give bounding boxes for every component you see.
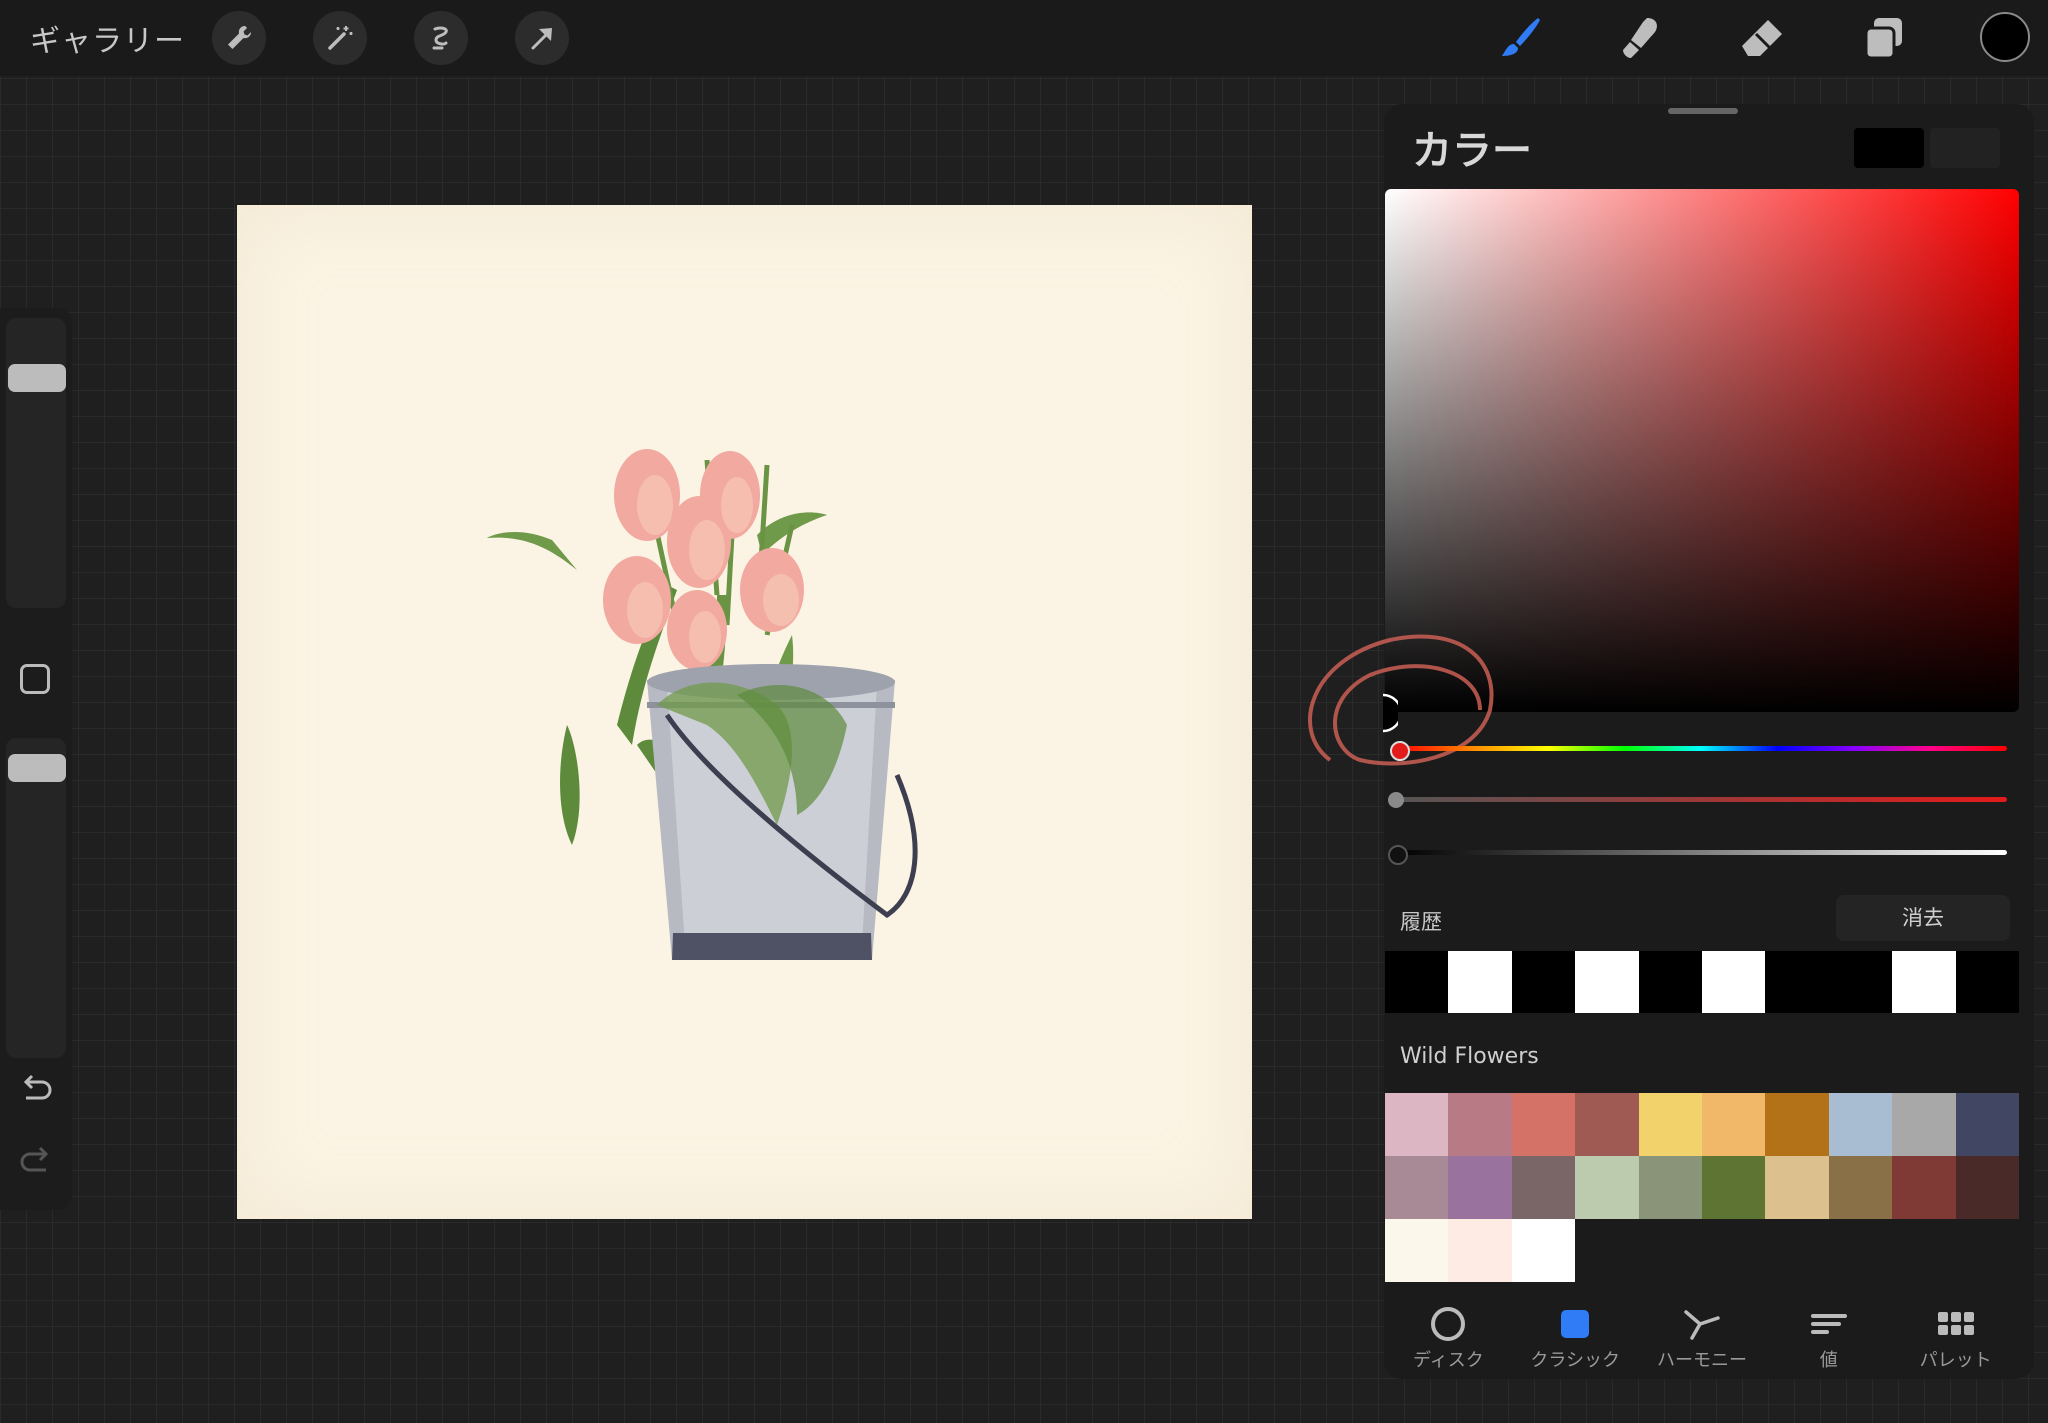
- history-swatch[interactable]: [1511, 951, 1576, 1013]
- harmony-icon: [1684, 1310, 1720, 1340]
- palette-swatch[interactable]: [1955, 1156, 2019, 1219]
- palette-swatch[interactable]: [1511, 1093, 1576, 1156]
- history-label: 履歴: [1400, 910, 1442, 934]
- palette-swatch[interactable]: [1385, 1156, 1449, 1219]
- palette-swatch[interactable]: [1385, 1219, 1449, 1282]
- brush-size-thumb[interactable]: [8, 364, 66, 392]
- smudge-icon[interactable]: [1613, 10, 1669, 66]
- history-swatch[interactable]: [1828, 951, 1893, 1013]
- redo-icon[interactable]: [18, 1146, 54, 1176]
- palette-swatch[interactable]: [1511, 1156, 1576, 1219]
- brush-icon[interactable]: [1492, 10, 1548, 66]
- top-toolbar: ギャラリー: [0, 0, 2048, 76]
- tab-classic-label: クラシック: [1530, 1350, 1621, 1371]
- palette-swatch[interactable]: [1575, 1093, 1639, 1156]
- palette-swatch[interactable]: [1385, 1093, 1449, 1156]
- brightness-knob[interactable]: [1388, 845, 1408, 865]
- value-sliders-icon: [1810, 1314, 1847, 1334]
- primary-color-swatch[interactable]: [1854, 128, 1924, 168]
- undo-icon[interactable]: [18, 1074, 54, 1104]
- palette-swatch[interactable]: [1511, 1219, 1576, 1282]
- palette-swatch[interactable]: [1448, 1093, 1512, 1156]
- palette-swatch[interactable]: [1638, 1156, 1702, 1219]
- brightness-slider[interactable]: [1395, 850, 2007, 855]
- history-swatch[interactable]: [1955, 951, 2019, 1013]
- history-swatch[interactable]: [1448, 951, 1512, 1013]
- tab-value[interactable]: 値: [1765, 1296, 1892, 1376]
- tab-disc-label: ディスク: [1413, 1350, 1484, 1371]
- tab-palette-label: パレット: [1919, 1350, 1992, 1371]
- brush-opacity-slider[interactable]: [6, 738, 66, 1058]
- brush-opacity-thumb[interactable]: [8, 754, 66, 782]
- drawing-canvas[interactable]: [237, 205, 1252, 1219]
- saturation-knob[interactable]: [1388, 792, 1404, 808]
- layers-icon[interactable]: [1856, 10, 1912, 66]
- history-swatch[interactable]: [1638, 951, 1702, 1013]
- palette-swatch[interactable]: [1765, 1156, 1829, 1219]
- saturation-slider[interactable]: [1395, 797, 2007, 802]
- tab-disc[interactable]: ディスク: [1385, 1296, 1512, 1376]
- tab-classic[interactable]: クラシック: [1512, 1296, 1639, 1376]
- left-sidebar: [0, 308, 72, 1210]
- transform-arrow-icon[interactable]: [515, 11, 569, 65]
- palette-swatch[interactable]: [1701, 1156, 1766, 1219]
- palette-swatch[interactable]: [1765, 1093, 1829, 1156]
- history-swatch[interactable]: [1575, 951, 1639, 1013]
- palette-swatch[interactable]: [1892, 1156, 1956, 1219]
- palette-swatch[interactable]: [1955, 1093, 2019, 1156]
- panel-title: カラー: [1412, 128, 1532, 174]
- history-swatch[interactable]: [1765, 951, 1829, 1013]
- tab-harmony-label: ハーモニー: [1656, 1350, 1747, 1371]
- classic-square-icon: [1561, 1310, 1590, 1338]
- palette-swatch[interactable]: [1448, 1156, 1512, 1219]
- gallery-button[interactable]: ギャラリー: [30, 16, 185, 60]
- panel-grabber[interactable]: [1668, 108, 1738, 114]
- tab-palette[interactable]: パレット: [1892, 1296, 2019, 1376]
- eraser-icon[interactable]: [1734, 10, 1790, 66]
- history-swatch[interactable]: [1892, 951, 1956, 1013]
- palette-swatch[interactable]: [1701, 1093, 1766, 1156]
- history-swatch[interactable]: [1701, 951, 1766, 1013]
- palette-swatch[interactable]: [1448, 1219, 1512, 1282]
- modify-square-icon[interactable]: [20, 664, 50, 694]
- magic-wand-icon[interactable]: [313, 11, 367, 65]
- palette-swatch[interactable]: [1828, 1156, 1893, 1219]
- clear-history-button[interactable]: 消去: [1836, 895, 2010, 941]
- palette-grid-icon: [1937, 1312, 1974, 1335]
- brush-size-slider[interactable]: [6, 318, 66, 608]
- wrench-icon[interactable]: [212, 11, 266, 65]
- disc-icon: [1431, 1307, 1466, 1341]
- palette-swatch[interactable]: [1638, 1093, 1702, 1156]
- color-mode-tabs: ディスク クラシック ハーモニー 値 パレット: [1385, 1296, 2019, 1376]
- secondary-color-swatch[interactable]: [1930, 128, 2000, 168]
- selection-icon[interactable]: [414, 11, 468, 65]
- palette-swatch[interactable]: [1575, 1156, 1639, 1219]
- hue-slider[interactable]: [1395, 746, 2007, 751]
- current-color-button[interactable]: [1980, 12, 2030, 62]
- palette-grid: [1385, 1093, 2019, 1282]
- tab-value-label: 値: [1819, 1350, 1838, 1371]
- palette-swatch[interactable]: [1828, 1093, 1893, 1156]
- palette-swatch[interactable]: [1892, 1093, 1956, 1156]
- palette-name: Wild Flowers: [1400, 1044, 1539, 1069]
- color-history-row: [1385, 951, 2019, 1013]
- tulip-bucket-artwork: [487, 449, 918, 960]
- hue-knob[interactable]: [1390, 741, 1410, 761]
- history-swatch[interactable]: [1385, 951, 1449, 1013]
- tab-harmony[interactable]: ハーモニー: [1639, 1296, 1766, 1376]
